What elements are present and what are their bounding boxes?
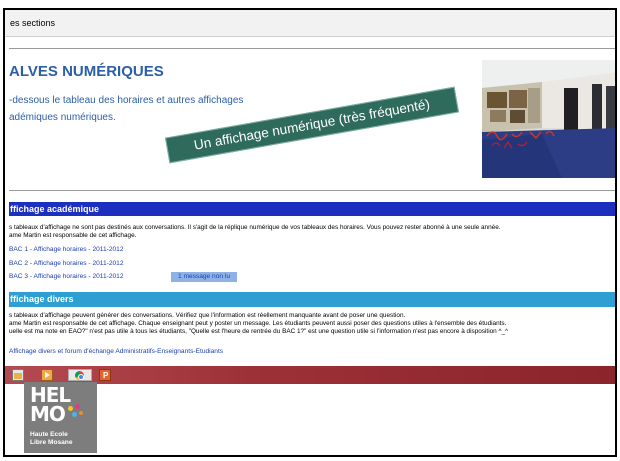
section-nav-bar: es sections [5, 10, 615, 37]
logo-subtitle-1: Haute Ecole [30, 431, 68, 438]
academic-desc-2: ame Martin est responsable de cet affich… [9, 232, 137, 239]
link-bac1-schedule[interactable]: BAC 1 - Affichage horaires - 2011-2012 [9, 246, 123, 253]
divider [9, 190, 615, 191]
page-title: ALVES NUMÉRIQUES [9, 63, 164, 80]
corridor-photo [482, 60, 615, 178]
link-bac3-schedule[interactable]: BAC 3 - Affichage horaires - 2011-2012 [9, 273, 123, 280]
logo-dot [79, 411, 83, 415]
helmo-logo: HEL MO Haute Ecole Libre Mosane [24, 382, 97, 453]
chrome-icon[interactable] [68, 369, 92, 381]
powerpoint-icon[interactable]: P [99, 369, 111, 381]
media-player-icon[interactable] [41, 369, 53, 381]
logo-dot [72, 412, 77, 417]
intro-line-1: -dessous le tableau des horaires et autr… [9, 95, 244, 106]
divider [9, 48, 615, 49]
unread-message-badge[interactable]: 1 message non lu [171, 272, 237, 282]
misc-desc-3: uelle est ma note en EAO?" n'est pas uti… [9, 328, 509, 335]
logo-subtitle-2: Libre Mosane [30, 439, 73, 446]
section-heading-academic: ffichage académique [9, 202, 615, 216]
section-nav-title: es sections [10, 18, 56, 28]
logo-text-bottom: MO [30, 402, 66, 426]
logo-dot [75, 404, 80, 409]
link-bac2-schedule[interactable]: BAC 2 - Affichage horaires - 2011-2012 [9, 260, 123, 267]
logo-dot [68, 406, 73, 411]
link-misc-forum[interactable]: Affichage divers et forum d'échange Admi… [9, 348, 223, 355]
section-heading-misc: ffichage divers [9, 292, 615, 307]
folder-icon[interactable] [12, 369, 24, 381]
